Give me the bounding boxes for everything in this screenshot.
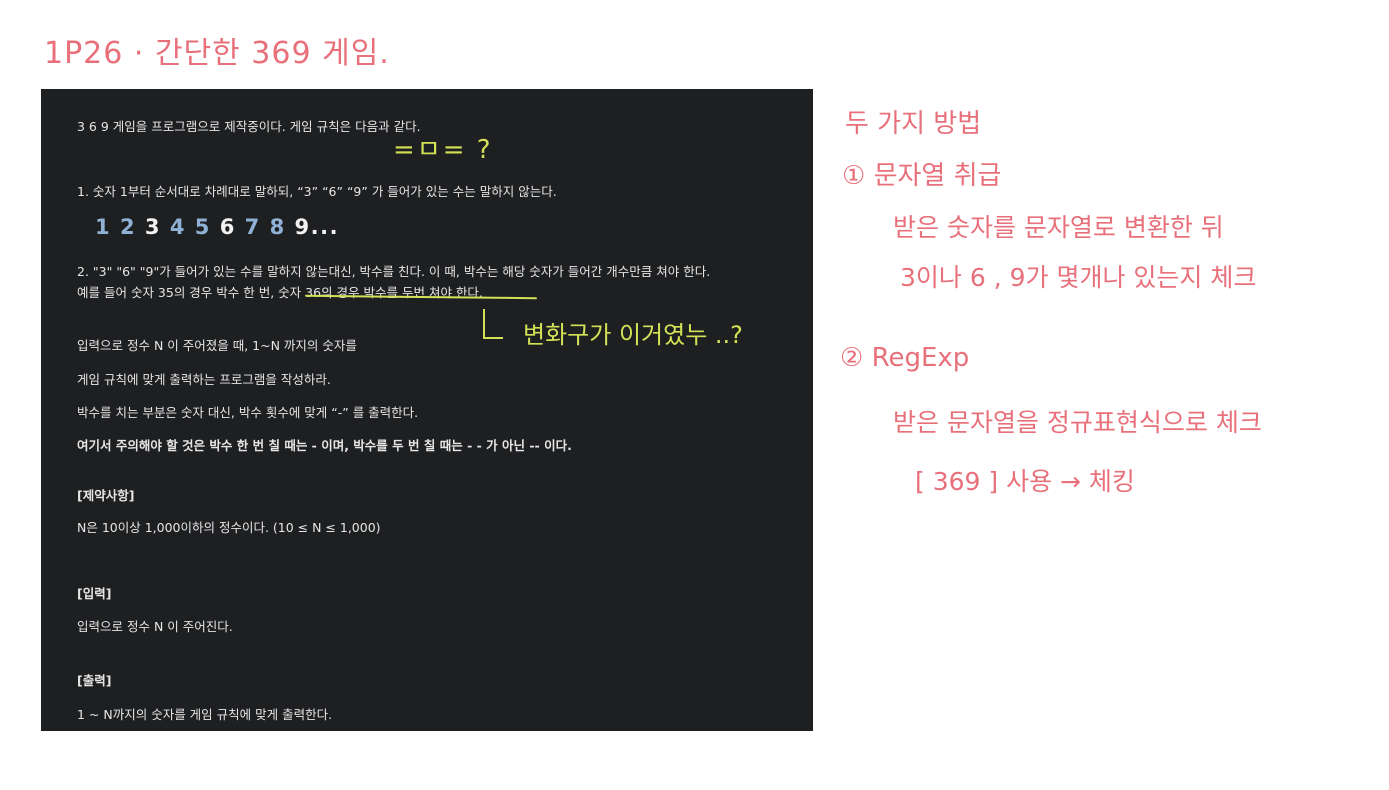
method-2-label: ② RegExp xyxy=(840,343,970,373)
method-1-line-1: 받은 숫자를 문자열로 변환한 뒤 xyxy=(893,213,1224,242)
method-1-label: ① 문자열 취급 xyxy=(842,161,1002,191)
notes-heading: 두 가지 방법 xyxy=(845,109,982,139)
output-description: 게임 규칙에 맞게 출력하는 프로그램을 작성하라. xyxy=(77,372,331,387)
digit-4: 4 xyxy=(169,215,186,239)
digit-ellipsis: ... xyxy=(310,215,340,239)
digit-2: 2 xyxy=(119,215,137,239)
curveball-annotation: 변화구가 이거였누 ..? xyxy=(523,321,743,349)
output-text: 1 ~ N까지의 숫자를 게임 규칙에 맞게 출력한다. xyxy=(77,707,333,722)
digit-7: 7 xyxy=(244,215,261,239)
digit-3: 3 xyxy=(144,215,161,239)
method-1-line-2: 3이나 6 , 9가 몇개나 있는지 체크 xyxy=(900,263,1257,292)
digit-9: 9 xyxy=(294,215,311,239)
constraints-text: N은 10이상 1,000이하의 정수이다. (10 ≤ N ≤ 1,000) xyxy=(77,520,381,535)
method-2-line-1: 받은 문자열을 정규표현식으로 체크 xyxy=(893,408,1262,437)
input-header: [입력] xyxy=(77,586,112,601)
page-title: 1P26 · 간단한 369 게임. xyxy=(44,36,390,71)
input-description: 입력으로 정수 N 이 주어졌을 때, 1~N 까지의 숫자를 xyxy=(77,338,357,353)
method-2-line-2: [ 369 ] 사용 → 체킹 xyxy=(915,467,1135,496)
digit-6: 6 xyxy=(219,215,236,239)
digit-8: 8 xyxy=(269,215,286,239)
digit-sequence: 1 2 3 4 5 6 7 8 9... xyxy=(95,215,339,239)
digit-5: 5 xyxy=(194,215,211,239)
rule-1: 1. 숫자 1부터 순서대로 차례대로 말하되, “3” “6” “9” 가 들… xyxy=(77,184,557,199)
rule-2-line-1: 2. "3" "6" "9"가 들어가 있는 수를 말하지 않는대신, 박수를 … xyxy=(77,264,711,279)
annotation-bracket xyxy=(483,309,503,339)
clap-description: 박수를 치는 부분은 숫자 대신, 박수 횟수에 맞게 “-” 를 출력한다. xyxy=(77,405,419,420)
digit-1: 1 xyxy=(95,215,112,239)
rule-2-line-2: 예를 들어 숫자 35의 경우 박수 한 번, 숫자 36의 경우 박수를 두번… xyxy=(77,285,483,300)
question-annotation: =ㅁ= ? xyxy=(393,135,493,165)
intro-text: 3 6 9 게임을 프로그램으로 제작중이다. 게임 규칙은 다음과 같다. xyxy=(77,119,421,134)
caution-text: 여기서 주의해야 할 것은 박수 한 번 칠 때는 - 이며, 박수를 두 번 … xyxy=(77,438,572,453)
input-text: 입력으로 정수 N 이 주어진다. xyxy=(77,619,233,634)
constraints-header: [제약사항] xyxy=(77,488,135,503)
output-header: [출력] xyxy=(77,673,112,688)
problem-panel: 3 6 9 게임을 프로그램으로 제작중이다. 게임 규칙은 다음과 같다. 1… xyxy=(41,89,813,731)
